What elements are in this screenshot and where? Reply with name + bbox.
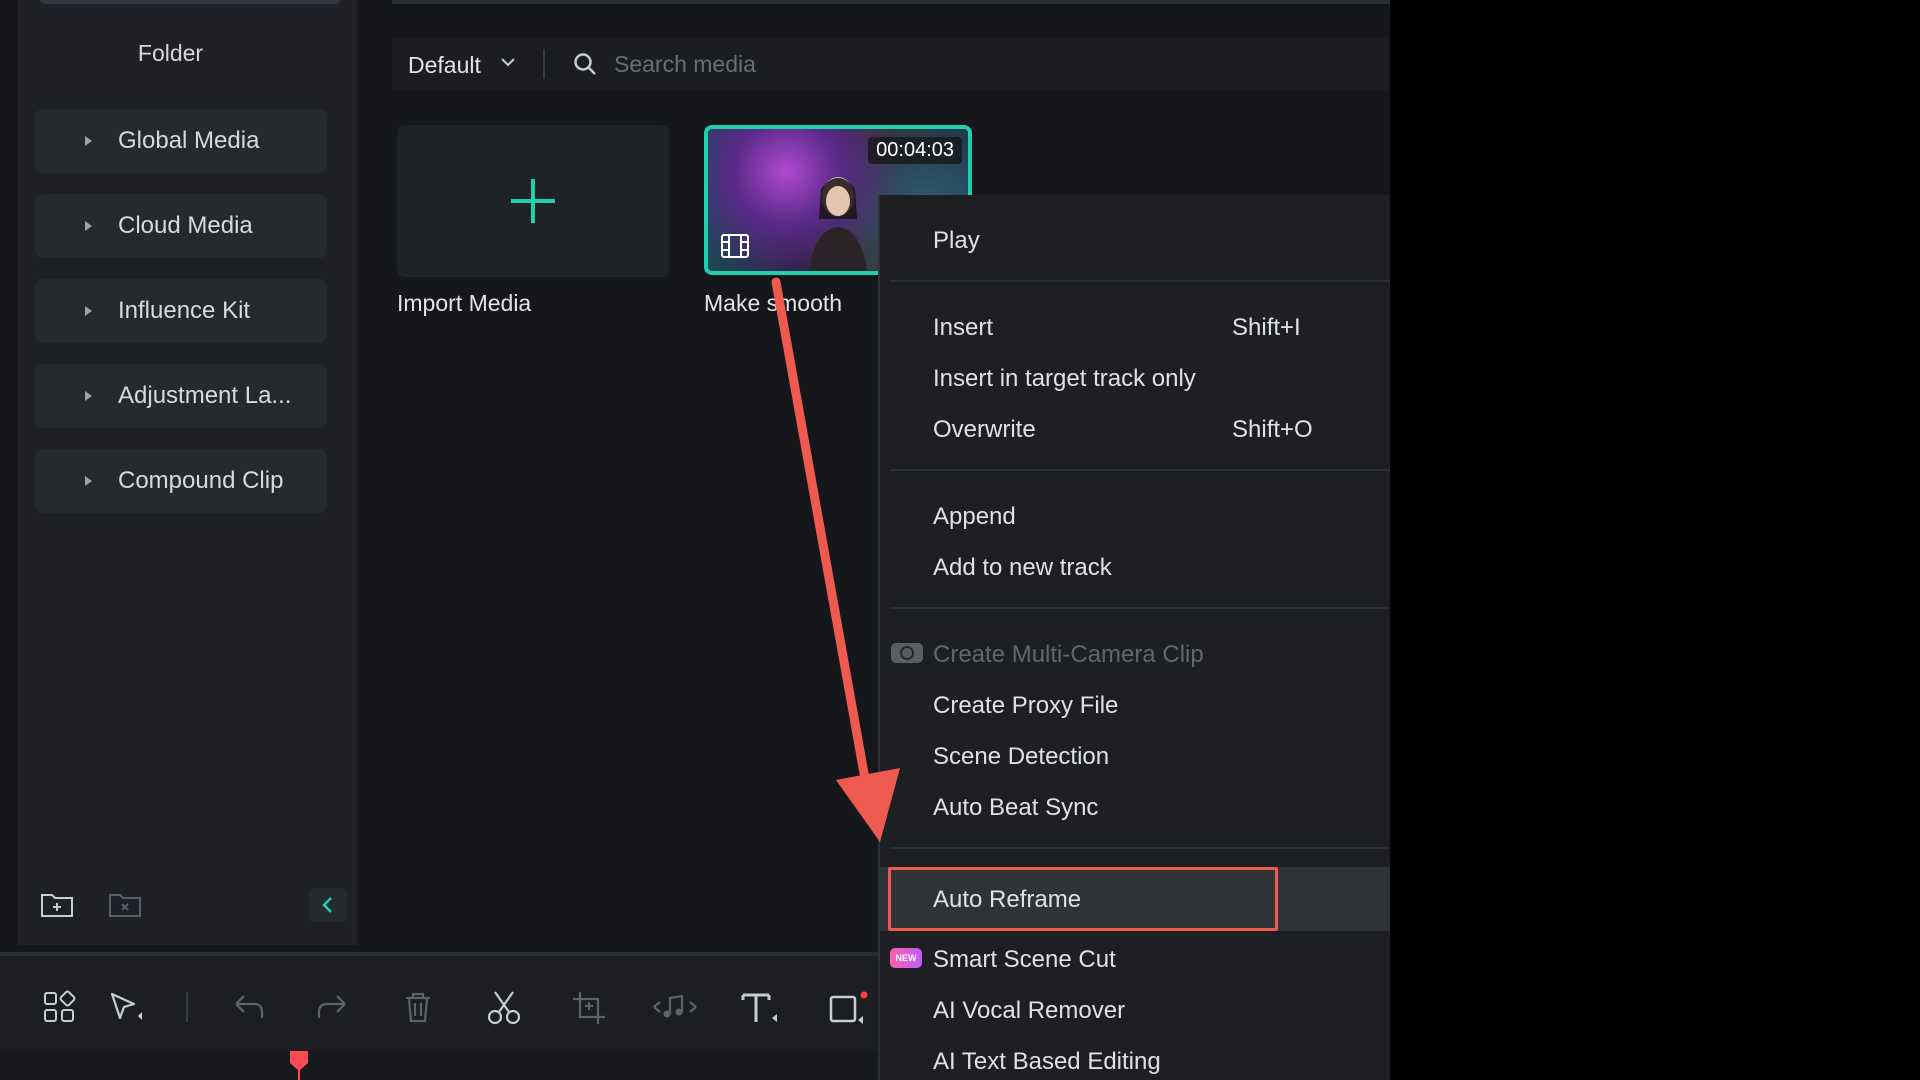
collapse-sidebar-button[interactable]: [309, 888, 347, 922]
text-icon[interactable]: [740, 990, 780, 1026]
menu-item-shortcut: Shift+O: [1232, 416, 1313, 443]
menu-item-overwrite[interactable]: Overwrite Shift+O: [880, 406, 1390, 452]
delete-icon[interactable]: [401, 990, 435, 1024]
menu-item-label: Auto Beat Sync: [933, 794, 1099, 821]
import-media-label: Import Media: [397, 290, 532, 316]
menu-item-label: Insert: [933, 314, 994, 341]
folder-title: Folder: [137, 40, 204, 66]
menu-separator: [890, 469, 1390, 471]
playhead-marker-icon[interactable]: [288, 1051, 310, 1080]
menu-item-label: Scene Detection: [933, 743, 1110, 770]
menu-item-label: Play: [933, 227, 980, 254]
expand-triangle-icon: [85, 306, 92, 316]
folder-item-label: Global Media: [118, 127, 260, 154]
divider: [543, 49, 545, 79]
camera-icon: [891, 643, 923, 663]
folder-item-adjustment-layer[interactable]: Adjustment La...: [35, 364, 327, 428]
redo-icon[interactable]: [315, 990, 349, 1024]
menu-item-smart-scene-cut[interactable]: NEW Smart Scene Cut: [880, 936, 1390, 982]
expand-triangle-icon: [85, 136, 92, 146]
menu-item-create-multicam: Create Multi-Camera Clip: [880, 631, 1390, 677]
select-tool-icon[interactable]: [108, 990, 146, 1024]
media-filter-bar: Default: [392, 38, 1390, 90]
folder-item-cloud-media[interactable]: Cloud Media: [35, 194, 327, 258]
video-clip-icon: [721, 234, 749, 258]
chevron-left-icon: [322, 897, 332, 913]
media-top-edge: [392, 0, 1390, 4]
chevron-down-icon[interactable]: [500, 56, 516, 68]
video-editor-window: Folder Global Media Cloud Media Influenc…: [0, 0, 1390, 1080]
layout-grid-icon[interactable]: [42, 990, 76, 1024]
plus-icon: [511, 179, 555, 223]
menu-item-label: Insert in target track only: [933, 365, 1196, 392]
menu-separator: [890, 847, 1390, 849]
menu-item-add-new-track[interactable]: Add to new track: [880, 544, 1390, 590]
expand-triangle-icon: [85, 391, 92, 401]
audio-icon[interactable]: [652, 990, 698, 1024]
menu-item-scene-detection[interactable]: Scene Detection: [880, 733, 1390, 779]
menu-item-label: Overwrite: [933, 416, 1036, 443]
folder-item-label: Adjustment La...: [118, 382, 292, 409]
menu-separator: [890, 607, 1390, 609]
menu-item-label: Add to new track: [933, 554, 1112, 581]
menu-item-append[interactable]: Append: [880, 493, 1390, 539]
menu-item-label: AI Vocal Remover: [933, 997, 1126, 1024]
menu-item-auto-reframe[interactable]: Auto Reframe: [880, 867, 1390, 931]
folder-sidebar: Folder Global Media Cloud Media Influenc…: [18, 0, 357, 945]
menu-item-label: Smart Scene Cut: [933, 946, 1116, 973]
sort-dropdown[interactable]: Default: [408, 52, 481, 79]
new-badge: NEW: [890, 948, 922, 968]
menu-item-shortcut: Shift+I: [1232, 314, 1301, 341]
import-media-tile[interactable]: [397, 125, 669, 277]
menu-item-label: Create Multi-Camera Clip: [933, 641, 1204, 668]
video-thumbnail-image: [809, 177, 867, 271]
shape-icon[interactable]: [828, 990, 868, 1026]
search-media-input[interactable]: [614, 46, 1114, 82]
undo-icon[interactable]: [232, 990, 266, 1024]
context-menu: Play Insert Shift+I Insert in target tra…: [878, 195, 1390, 1080]
expand-triangle-icon: [85, 476, 92, 486]
folder-item-label: Influence Kit: [118, 297, 251, 324]
menu-item-create-proxy[interactable]: Create Proxy File: [880, 682, 1390, 728]
menu-item-label: AI Text Based Editing: [933, 1048, 1161, 1075]
menu-item-insert-target-track[interactable]: Insert in target track only: [880, 355, 1390, 401]
toolbar-divider: [186, 992, 188, 1022]
folder-item-influence-kit[interactable]: Influence Kit: [35, 279, 327, 343]
menu-item-label: Append: [933, 503, 1016, 530]
menu-item-label: Create Proxy File: [933, 692, 1119, 719]
delete-folder-icon[interactable]: [108, 889, 142, 919]
clip-label: Make smooth: [704, 290, 843, 316]
menu-item-insert[interactable]: Insert Shift+I: [880, 304, 1390, 350]
folder-item-global-media[interactable]: Global Media: [35, 109, 327, 173]
folder-item-compound-clip[interactable]: Compound Clip: [35, 449, 327, 513]
new-folder-icon[interactable]: [40, 889, 74, 919]
menu-item-ai-text-based-editing[interactable]: AI Text Based Editing: [880, 1038, 1390, 1080]
menu-separator: [890, 280, 1390, 282]
folder-item-label: Compound Clip: [118, 467, 284, 494]
sidebar-top-edge: [40, 0, 340, 4]
menu-item-ai-vocal-remover[interactable]: AI Vocal Remover: [880, 987, 1390, 1033]
menu-item-label: Auto Reframe: [933, 886, 1082, 913]
menu-item-play[interactable]: Play: [880, 217, 1390, 263]
search-icon: [574, 53, 596, 75]
clip-duration-badge: 00:04:03: [868, 137, 962, 164]
folder-item-label: Cloud Media: [118, 212, 253, 239]
menu-item-auto-beat-sync[interactable]: Auto Beat Sync: [880, 784, 1390, 830]
expand-triangle-icon: [85, 221, 92, 231]
split-scissors-icon[interactable]: [486, 990, 522, 1026]
crop-icon[interactable]: [571, 990, 607, 1026]
